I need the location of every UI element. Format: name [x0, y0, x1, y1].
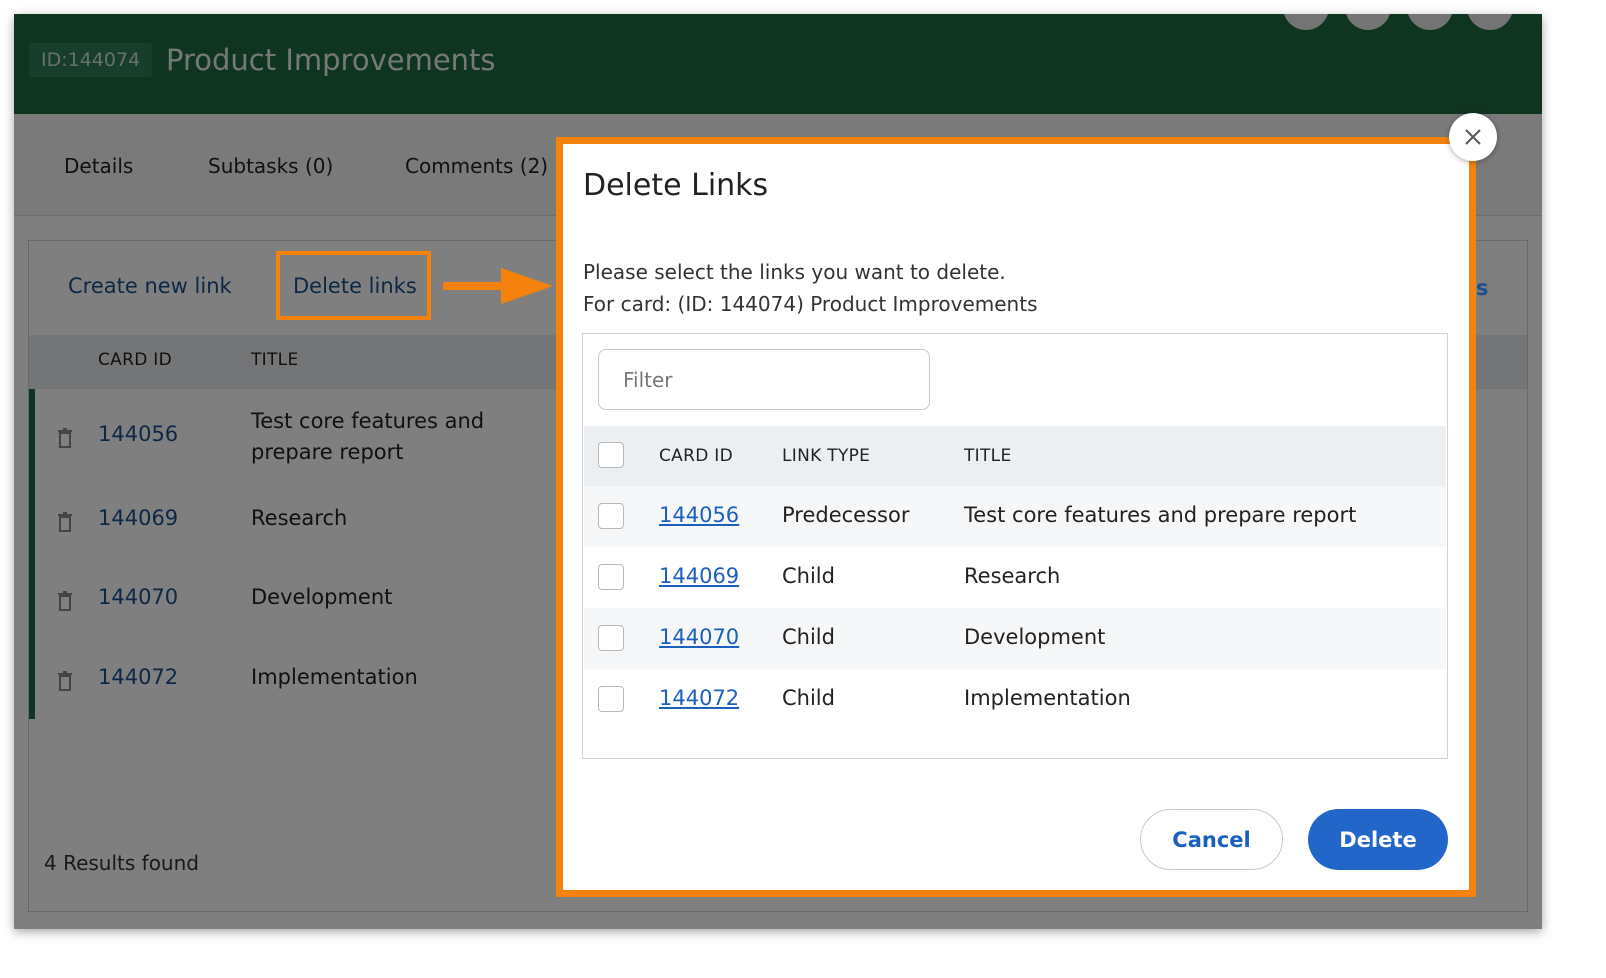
close-icon — [1465, 129, 1481, 145]
row-checkbox[interactable] — [598, 564, 624, 590]
column-header-card-id: CARD ID — [659, 446, 734, 466]
row-title: Development — [964, 625, 1106, 649]
row-title: Test core features and prepare report — [964, 503, 1357, 527]
row-checkbox[interactable] — [598, 686, 624, 712]
row-card-id-link[interactable]: 144072 — [659, 686, 739, 710]
row-checkbox[interactable] — [598, 503, 624, 529]
row-card-id-link[interactable]: 144056 — [659, 503, 739, 527]
row-link-type: Child — [782, 625, 835, 649]
cancel-button[interactable]: Cancel — [1140, 809, 1283, 870]
modal-close-button[interactable] — [1449, 113, 1497, 161]
row-link-type: Child — [782, 564, 835, 588]
row-link-type: Predecessor — [782, 503, 910, 527]
delete-button[interactable]: Delete — [1308, 809, 1448, 870]
column-header-title: TITLE — [964, 446, 1012, 466]
obscured-panel-label: s — [1476, 276, 1489, 300]
modal-instruction: Please select the links you want to dele… — [583, 260, 1006, 284]
callout-arrow-icon — [443, 268, 553, 304]
row-checkbox[interactable] — [598, 625, 624, 651]
delete-links-highlight — [276, 251, 431, 320]
column-header-link-type: LINK TYPE — [782, 446, 871, 466]
modal-card-reference: For card: (ID: 144074) Product Improveme… — [583, 292, 1038, 316]
select-all-checkbox[interactable] — [598, 442, 624, 468]
modal-title: Delete Links — [583, 168, 769, 203]
row-card-id-link[interactable]: 144070 — [659, 625, 739, 649]
filter-input[interactable] — [598, 349, 930, 410]
row-title: Research — [964, 564, 1061, 588]
row-title: Implementation — [964, 686, 1131, 710]
row-card-id-link[interactable]: 144069 — [659, 564, 739, 588]
row-link-type: Child — [782, 686, 835, 710]
